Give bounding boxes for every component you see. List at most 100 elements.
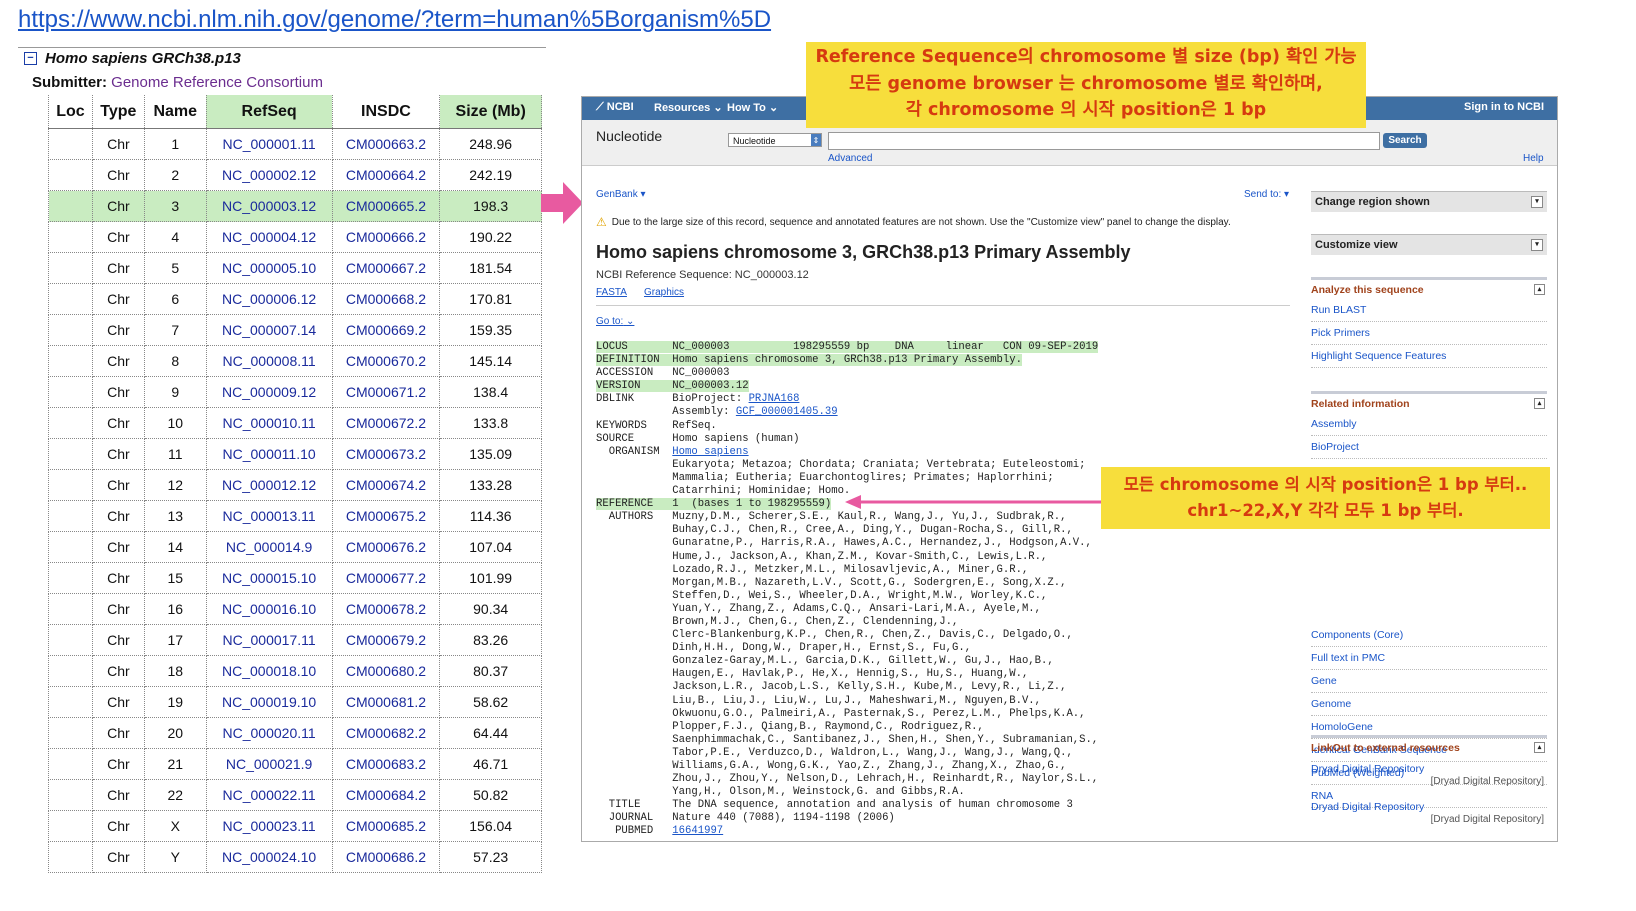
submitter-value[interactable]: Genome Reference Consortium	[111, 74, 323, 91]
cell-insdc[interactable]: CM000685.2	[332, 810, 441, 842]
callout-line: 각 chromosome 의 시작 position은 1 bp	[905, 100, 1267, 120]
col-header-name[interactable]: Name	[144, 95, 207, 129]
cell-refseq[interactable]: NC_000014.9	[206, 531, 333, 563]
sidebar-link[interactable]: Pick Primers	[1311, 327, 1547, 339]
genbank-record-link[interactable]: Homo sapiens	[672, 446, 748, 458]
goto-dropdown[interactable]: Go to: ⌄	[596, 316, 634, 327]
col-header-size[interactable]: Size (Mb)	[439, 95, 542, 129]
col-header-insdc[interactable]: INSDC	[332, 95, 441, 129]
genbank-record-link[interactable]: GCF_000001405.39	[736, 406, 838, 418]
cell-refseq[interactable]: NC_000015.10	[206, 562, 333, 594]
cell-refseq[interactable]: NC_000007.14	[206, 314, 333, 346]
genbank-line-text: Eukaryota; Metazoa; Chordata; Craniata; …	[596, 458, 1086, 471]
cell-refseq[interactable]: NC_000009.12	[206, 376, 333, 408]
howto-label: How To	[727, 102, 766, 114]
cell-insdc[interactable]: CM000677.2	[332, 562, 441, 594]
change-region-panel[interactable]: Change region shown ▾	[1311, 191, 1547, 212]
help-link[interactable]: Help	[1523, 153, 1544, 164]
cell-refseq[interactable]: NC_000001.11	[206, 128, 333, 160]
col-header-type[interactable]: Type	[92, 95, 145, 129]
cell-refseq[interactable]: NC_000023.11	[206, 810, 333, 842]
collapse-icon[interactable]: ▴	[1534, 742, 1545, 753]
cell-insdc[interactable]: CM000675.2	[332, 500, 441, 532]
cell-insdc[interactable]: CM000668.2	[332, 283, 441, 315]
howto-menu[interactable]: How To ⌄	[727, 101, 778, 114]
search-input[interactable]	[828, 132, 1380, 150]
linkout-link[interactable]: Dryad Digital Repository	[1311, 801, 1547, 813]
graphics-link[interactable]: Graphics	[644, 287, 684, 298]
cell-refseq[interactable]: NC_000017.11	[206, 624, 333, 656]
cell-refseq[interactable]: NC_000018.10	[206, 655, 333, 687]
cell-insdc[interactable]: CM000666.2	[332, 221, 441, 253]
cell-insdc[interactable]: CM000683.2	[332, 748, 441, 780]
send-to-dropdown[interactable]: Send to: ▾	[1244, 189, 1289, 200]
resources-menu[interactable]: Resources ⌄	[654, 101, 723, 114]
col-header-loc[interactable]: Loc	[48, 95, 93, 129]
cell-refseq[interactable]: NC_000012.12	[206, 469, 333, 501]
sidebar-link[interactable]: Run BLAST	[1311, 304, 1547, 316]
cell-insdc[interactable]: CM000669.2	[332, 314, 441, 346]
cell-refseq[interactable]: NC_000006.12	[206, 283, 333, 315]
warning-icon: ⚠	[596, 215, 607, 229]
fasta-link[interactable]: FASTA	[596, 287, 627, 298]
cell-insdc[interactable]: CM000684.2	[332, 779, 441, 811]
cell-insdc[interactable]: CM000671.2	[332, 376, 441, 408]
cell-insdc[interactable]: CM000674.2	[332, 469, 441, 501]
cell-insdc[interactable]: CM000665.2	[332, 190, 441, 222]
sidebar-link[interactable]: Components (Core)	[1311, 629, 1547, 641]
advanced-search-link[interactable]: Advanced	[828, 153, 872, 164]
cell-refseq[interactable]: NC_000019.10	[206, 686, 333, 718]
collapse-icon[interactable]: −	[24, 52, 37, 65]
cell-refseq[interactable]: NC_000008.11	[206, 345, 333, 377]
cell-insdc[interactable]: CM000667.2	[332, 252, 441, 284]
cell-insdc[interactable]: CM000673.2	[332, 438, 441, 470]
cell-refseq[interactable]: NC_000024.10	[206, 841, 333, 873]
cell-refseq[interactable]: NC_000016.10	[206, 593, 333, 625]
sidebar-link[interactable]: Highlight Sequence Features	[1311, 350, 1547, 362]
cell-insdc[interactable]: CM000680.2	[332, 655, 441, 687]
cell-refseq[interactable]: NC_000003.12	[206, 190, 333, 222]
cell-insdc[interactable]: CM000670.2	[332, 345, 441, 377]
cell-size: 242.19	[439, 159, 542, 191]
format-dropdown[interactable]: GenBank ▾	[596, 189, 646, 200]
genome-title-row[interactable]: − Homo sapiens GRCh38.p13	[24, 50, 241, 67]
cell-refseq[interactable]: NC_000022.11	[206, 779, 333, 811]
cell-refseq[interactable]: NC_000005.10	[206, 252, 333, 284]
cell-insdc[interactable]: CM000678.2	[332, 593, 441, 625]
sidebar-link[interactable]: BioProject	[1311, 441, 1547, 453]
search-button[interactable]: Search	[1383, 133, 1427, 148]
cell-insdc[interactable]: CM000676.2	[332, 531, 441, 563]
cell-refseq[interactable]: NC_000013.11	[206, 500, 333, 532]
collapse-icon[interactable]: ▴	[1534, 398, 1545, 409]
cell-insdc[interactable]: CM000681.2	[332, 686, 441, 718]
cell-refseq[interactable]: NC_000002.12	[206, 159, 333, 191]
cell-refseq[interactable]: NC_000004.12	[206, 221, 333, 253]
cell-insdc[interactable]: CM000663.2	[332, 128, 441, 160]
sidebar-link[interactable]: Assembly	[1311, 418, 1547, 430]
cell-insdc[interactable]: CM000672.2	[332, 407, 441, 439]
cell-refseq[interactable]: NC_000011.10	[206, 438, 333, 470]
sidebar-link[interactable]: Genome	[1311, 698, 1547, 710]
sidebar-link[interactable]: Gene	[1311, 675, 1547, 687]
ncbi-logo[interactable]: ⟋ NCBI	[596, 101, 634, 114]
cell-insdc[interactable]: CM000679.2	[332, 624, 441, 656]
cell-name: 20	[144, 717, 207, 749]
cell-refseq[interactable]: NC_000010.11	[206, 407, 333, 439]
sidebar-link[interactable]: Full text in PMC	[1311, 652, 1547, 664]
cell-refseq[interactable]: NC_000020.11	[206, 717, 333, 749]
sidebar-link[interactable]: HomoloGene	[1311, 721, 1547, 733]
table-row: Chr 1 NC_000001.11 CM000663.2 248.96	[48, 128, 542, 160]
page-url-link[interactable]: https://www.ncbi.nlm.nih.gov/genome/?ter…	[18, 6, 771, 34]
cell-insdc[interactable]: CM000664.2	[332, 159, 441, 191]
genbank-record-link[interactable]: 16641997	[672, 825, 723, 837]
genbank-record-link[interactable]: PRJNA168	[749, 393, 800, 405]
sign-in-link[interactable]: Sign in to NCBI	[1464, 101, 1544, 113]
cell-refseq[interactable]: NC_000021.9	[206, 748, 333, 780]
cell-insdc[interactable]: CM000682.2	[332, 717, 441, 749]
col-header-refseq[interactable]: RefSeq	[206, 95, 333, 129]
database-select[interactable]: Nucleotide ⇕	[728, 133, 822, 147]
cell-insdc[interactable]: CM000686.2	[332, 841, 441, 873]
collapse-icon[interactable]: ▴	[1534, 284, 1545, 295]
linkout-link[interactable]: Dryad Digital Repository	[1311, 763, 1547, 775]
customize-view-panel[interactable]: Customize view ▾	[1311, 234, 1547, 255]
